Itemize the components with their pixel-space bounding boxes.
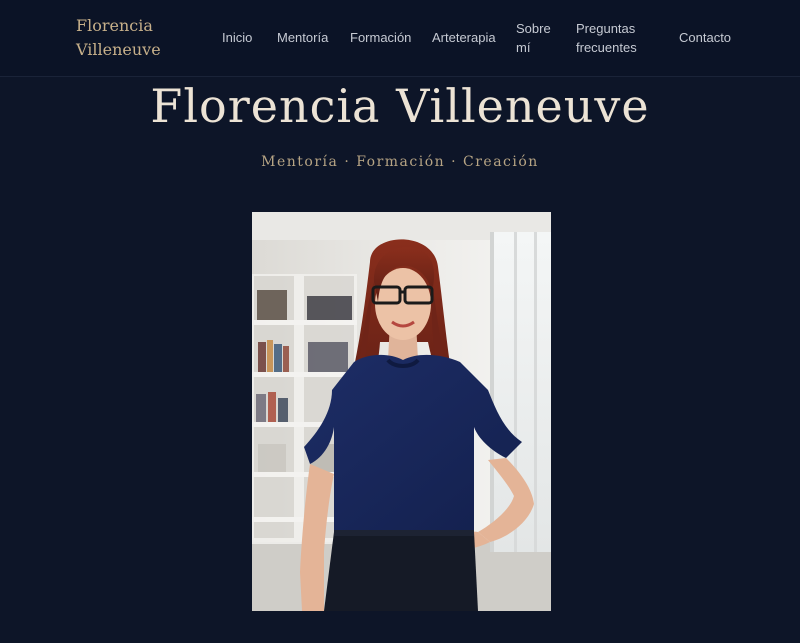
- nav-item-formacion[interactable]: Formación: [350, 30, 411, 45]
- nav-item-label: Contacto: [679, 30, 732, 45]
- nav-item-label: Formación: [350, 30, 412, 45]
- nav-item-sobre-mi[interactable]: Sobre mí: [516, 19, 551, 57]
- nav-item-mentoria[interactable]: Mentoría: [277, 30, 328, 45]
- page-title: Florencia Villeneuve: [150, 79, 650, 133]
- nav-item-label-line-1: Preguntas: [576, 21, 636, 36]
- nav-item-label: Arteterapia: [432, 30, 496, 45]
- nav-item-contacto[interactable]: Contacto: [679, 30, 731, 45]
- nav-item-label: Mentoría: [277, 30, 329, 45]
- nav-item-arteterapia[interactable]: Arteterapia: [432, 30, 496, 45]
- portrait-illustration: [252, 212, 551, 611]
- top-navigation-bar: Florencia Villeneuve Inicio Mentoría For…: [0, 0, 800, 77]
- main-nav: Inicio Mentoría Formación Arteterapia So…: [0, 0, 800, 76]
- nav-item-label-line-1: Sobre: [516, 21, 551, 36]
- portrait-photo: [252, 212, 551, 611]
- nav-item-inicio[interactable]: Inicio: [222, 30, 252, 45]
- nav-item-label: Inicio: [222, 30, 253, 45]
- nav-item-label-line-2: mí: [516, 40, 531, 55]
- page-subtitle: Mentoría · Formación · Creación: [261, 154, 539, 170]
- nav-item-preguntas-frecuentes[interactable]: Preguntas frecuentes: [576, 19, 637, 57]
- nav-item-label-line-2: frecuentes: [576, 40, 637, 55]
